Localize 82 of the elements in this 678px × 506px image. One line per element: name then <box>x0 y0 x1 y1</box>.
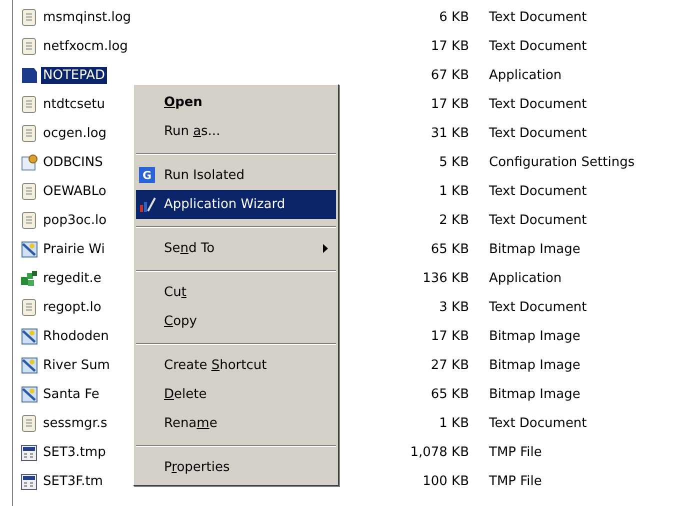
file-type: Configuration Settings <box>489 155 635 170</box>
file-name[interactable]: SET3F.tm <box>41 473 105 490</box>
file-type: Text Document <box>489 184 587 199</box>
file-name[interactable]: SET3.tmp <box>41 444 108 461</box>
file-size: 3 KB <box>438 300 469 315</box>
text-document-icon <box>22 96 36 113</box>
file-name[interactable]: OEWABLo <box>41 183 108 200</box>
file-name[interactable]: netfxocm.log <box>41 38 130 55</box>
image-file-icon <box>20 357 38 374</box>
menu-item[interactable]: Create Shortcut <box>136 351 336 380</box>
submenu-arrow-icon <box>323 244 328 253</box>
menu-item[interactable]: G Run Isolated <box>136 161 336 190</box>
menu-item[interactable]: Properties <box>136 453 336 482</box>
file-name[interactable]: regopt.lo <box>41 299 104 316</box>
menu-item[interactable]: Send To <box>136 234 336 263</box>
text-document-icon <box>22 125 36 142</box>
file-type: Text Document <box>489 126 587 141</box>
wizard-icon <box>139 196 156 213</box>
text-document-icon <box>22 9 36 26</box>
file-type: Application <box>489 68 562 83</box>
file-size: 1 KB <box>438 184 469 199</box>
menu-item[interactable]: Delete <box>136 380 336 409</box>
file-size: 31 KB <box>430 126 469 141</box>
file-size: 136 KB <box>422 271 469 286</box>
registry-icon <box>20 270 38 287</box>
file-size: 2 KB <box>438 213 469 228</box>
file-name[interactable]: sessmgr.s <box>41 415 110 432</box>
file-size: 17 KB <box>430 97 469 112</box>
file-type: Text Document <box>489 39 587 54</box>
file-type: Bitmap Image <box>489 242 580 257</box>
text-document-icon <box>22 38 36 55</box>
image-file-icon <box>20 386 38 403</box>
temp-file-icon <box>21 474 37 490</box>
text-document-icon <box>22 415 36 432</box>
file-type: TMP File <box>489 445 542 460</box>
file-name[interactable]: pop3oc.lo <box>41 212 109 229</box>
file-name[interactable]: Santa Fe <box>41 386 102 403</box>
application-icon <box>20 67 38 84</box>
menu-item[interactable]: Rename <box>136 409 336 438</box>
file-name[interactable]: msmqinst.log <box>41 9 134 26</box>
file-type: Text Document <box>489 213 587 228</box>
file-size: 65 KB <box>430 242 469 257</box>
file-size: 67 KB <box>430 68 469 83</box>
file-name[interactable]: Rhododen <box>41 328 111 345</box>
file-type: Bitmap Image <box>489 387 580 402</box>
file-name[interactable]: NOTEPAD <box>41 67 108 84</box>
file-size: 17 KB <box>430 39 469 54</box>
file-size: 27 KB <box>430 358 469 373</box>
text-document-icon <box>22 183 36 200</box>
file-name[interactable]: ntdtcsetu <box>41 96 107 113</box>
file-name[interactable]: ocgen.log <box>41 125 109 142</box>
file-size: 65 KB <box>430 387 469 402</box>
file-size: 17 KB <box>430 329 469 344</box>
image-file-icon <box>20 328 38 345</box>
menu-item[interactable]: Open <box>136 88 336 117</box>
file-type: Text Document <box>489 10 587 25</box>
file-size: 6 KB <box>438 10 469 25</box>
file-type: Application <box>489 271 562 286</box>
file-type: TMP File <box>489 474 542 489</box>
menu-item[interactable]: Application Wizard <box>136 190 336 219</box>
file-size: 100 KB <box>422 474 469 489</box>
file-size: 1 KB <box>438 416 469 431</box>
file-name[interactable]: Prairie Wi <box>41 241 107 258</box>
file-type: Text Document <box>489 416 587 431</box>
temp-file-icon <box>21 444 37 460</box>
file-name[interactable]: regedit.e <box>41 270 104 287</box>
file-type: Bitmap Image <box>489 358 580 373</box>
text-document-icon <box>22 299 36 316</box>
file-type: Text Document <box>489 97 587 112</box>
file-type: Bitmap Image <box>489 329 580 344</box>
image-file-icon <box>20 241 38 258</box>
file-type: Text Document <box>489 300 587 315</box>
text-document-icon <box>22 212 36 229</box>
menu-item[interactable]: Run as... <box>136 117 336 146</box>
file-name[interactable]: River Sum <box>41 357 112 374</box>
file-name[interactable]: ODBCINS <box>41 154 105 171</box>
settings-file-icon <box>20 154 38 171</box>
menu-item[interactable]: Cut <box>136 278 336 307</box>
file-size: 1,078 KB <box>409 445 469 460</box>
isolation-icon: G <box>139 167 155 183</box>
menu-item[interactable]: Copy <box>136 307 336 336</box>
file-size: 5 KB <box>438 155 469 170</box>
